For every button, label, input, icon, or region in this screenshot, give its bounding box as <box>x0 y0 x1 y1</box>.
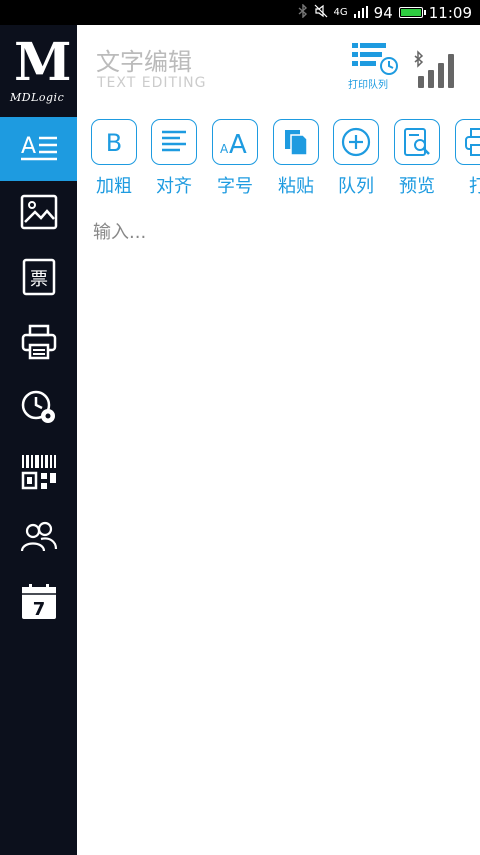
printer-icon <box>19 322 59 366</box>
text-input[interactable]: 输入... <box>93 218 146 244</box>
edit-toolbar: B 加粗 对齐 AA 字号 粘贴 队列 预览 打 <box>77 115 480 205</box>
barcode-qr-icon <box>19 452 59 496</box>
svg-text:B: B <box>106 129 122 157</box>
print-button[interactable]: 打 <box>452 119 480 201</box>
bold-button[interactable]: B 加粗 <box>88 119 140 201</box>
print-label: 打 <box>469 176 480 197</box>
logo-text: MDLogic <box>10 91 65 104</box>
queue-label: 队列 <box>338 176 374 197</box>
mute-icon <box>314 4 328 22</box>
battery-icon <box>398 7 426 18</box>
signal-bars-icon <box>418 54 454 88</box>
paste-icon <box>285 130 308 156</box>
font-size-icon: AA <box>220 130 247 157</box>
logo-letter: M <box>14 32 72 93</box>
svg-text:A: A <box>229 130 247 157</box>
preview-button[interactable]: 预览 <box>391 119 443 201</box>
bluetooth-connection-button[interactable] <box>412 50 464 90</box>
bluetooth-icon <box>414 50 424 68</box>
print-queue-label: 打印队列 <box>348 80 388 91</box>
preview-label: 预览 <box>399 176 435 197</box>
image-icon <box>19 192 59 236</box>
svg-text:A: A <box>21 134 36 159</box>
bold-label: 加粗 <box>96 176 132 197</box>
add-to-queue-button[interactable]: 队列 <box>330 119 382 201</box>
signal-icon <box>353 4 368 22</box>
sidebar-item-settings[interactable] <box>0 377 77 441</box>
mdlogic-logo: M MDLogic <box>6 32 72 105</box>
align-label: 对齐 <box>156 176 192 197</box>
print-queue-button[interactable]: 打印队列 <box>344 40 402 92</box>
bluetooth-status-icon <box>298 2 308 22</box>
calendar-day: 7 <box>32 599 45 620</box>
sidebar-item-ticket[interactable]: 票 <box>0 247 77 311</box>
svg-text:A: A <box>220 142 229 156</box>
paste-button[interactable]: 粘贴 <box>270 119 322 201</box>
paste-label: 粘贴 <box>278 176 314 197</box>
battery-percent: 94 <box>373 3 393 22</box>
sidebar-item-calendar[interactable]: 7 <box>0 572 77 636</box>
network-type: 4G <box>333 7 348 18</box>
print-icon <box>465 128 480 156</box>
settings-clock-icon <box>19 387 59 431</box>
text-edit-icon: A <box>19 127 59 171</box>
calendar-icon: 7 <box>19 582 59 626</box>
bold-icon: B <box>106 129 122 157</box>
sidebar-item-image[interactable] <box>0 182 77 246</box>
align-button[interactable]: 对齐 <box>148 119 200 201</box>
sidebar: M MDLogic A 票 7 <box>0 25 77 855</box>
font-size-label: 字号 <box>217 176 253 197</box>
add-queue-icon <box>341 127 371 157</box>
sidebar-item-text-edit[interactable]: A <box>0 117 77 181</box>
svg-text:票: 票 <box>30 269 48 290</box>
sidebar-item-printer[interactable] <box>0 312 77 376</box>
preview-icon <box>404 128 430 156</box>
page-subtitle: TEXT EDITING <box>97 75 207 91</box>
page-title: 文字编辑 <box>96 48 192 76</box>
sidebar-item-users[interactable] <box>0 507 77 571</box>
clock-time: 11:09 <box>428 3 472 22</box>
users-icon <box>19 517 59 561</box>
font-size-button[interactable]: AA 字号 <box>209 119 261 201</box>
ticket-icon: 票 <box>19 257 59 301</box>
align-icon <box>162 130 186 152</box>
status-bar: 4G 94 11:09 <box>0 0 480 25</box>
sidebar-item-barcode[interactable] <box>0 442 77 506</box>
